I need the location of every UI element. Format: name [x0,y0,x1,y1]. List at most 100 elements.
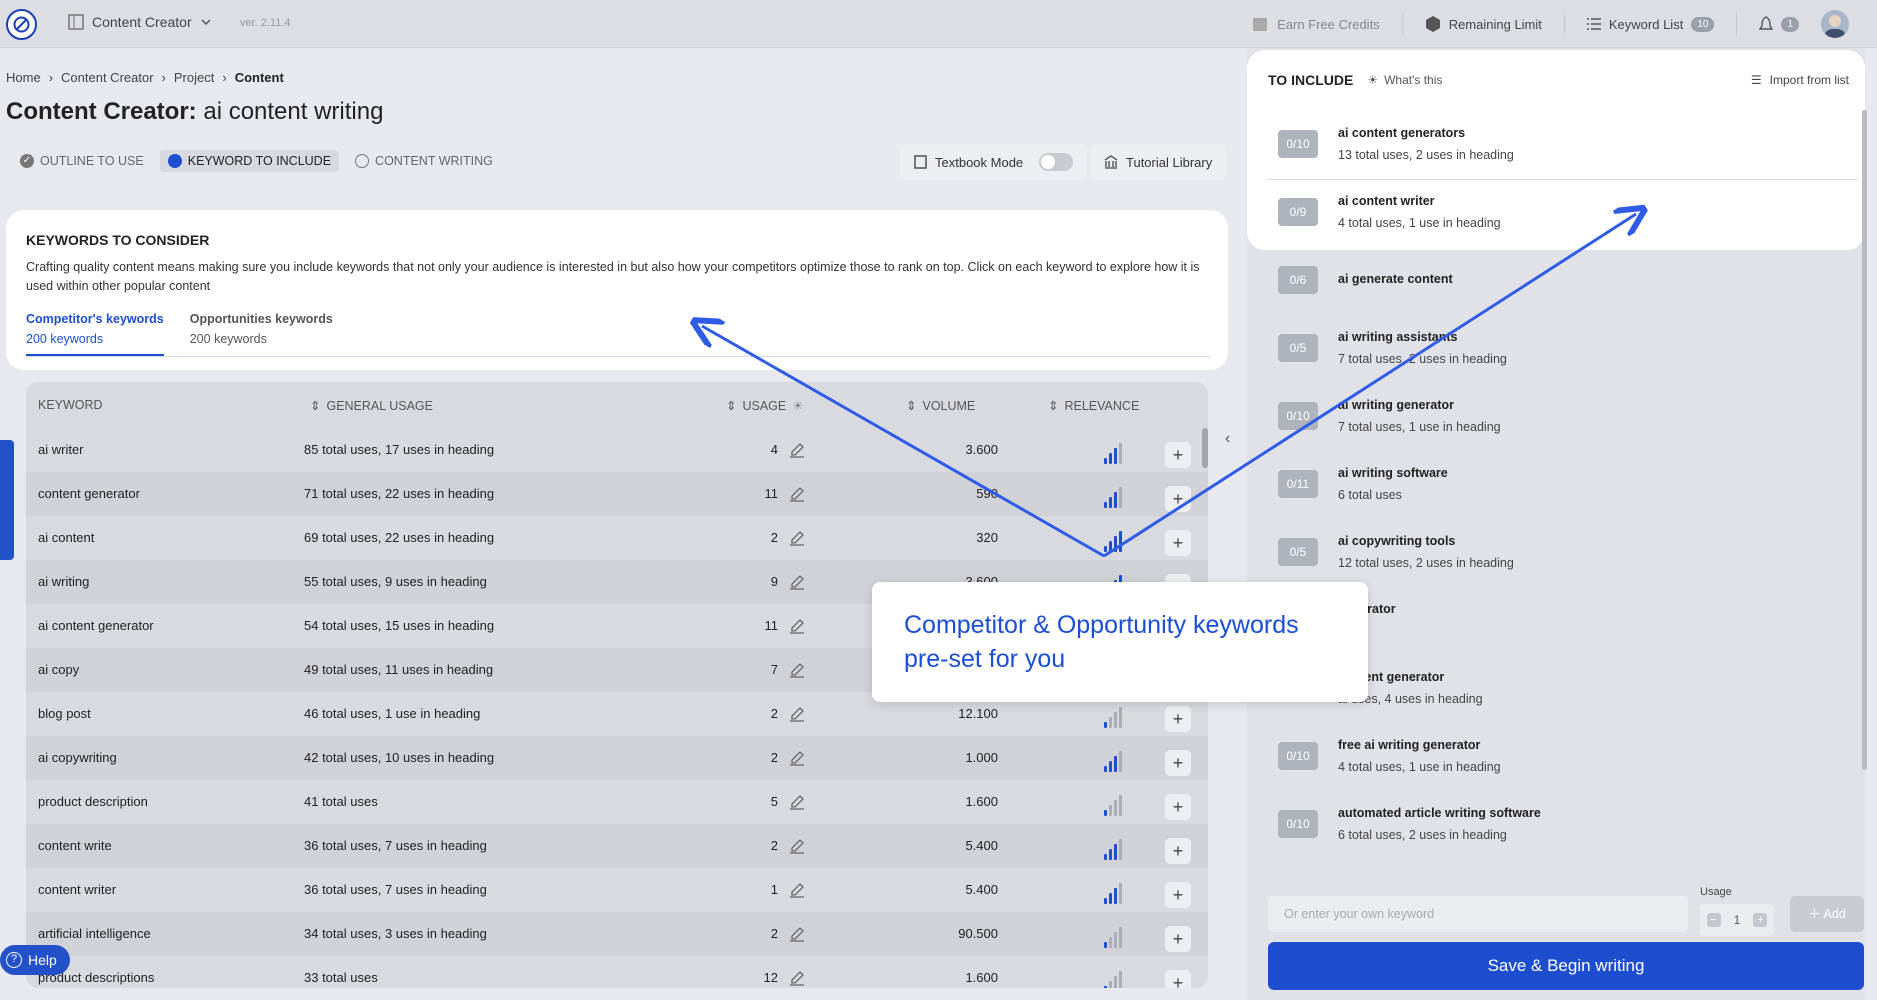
add-to-include-button[interactable]: + [1165,442,1191,468]
earn-credits-button[interactable]: Earn Free Credits [1243,15,1388,33]
relevance-bar [1109,893,1112,904]
remaining-limit-button[interactable]: Remaining Limit [1417,15,1550,33]
row-usage: 2 [770,706,778,721]
custom-keyword-input[interactable]: Or enter your own keyword [1268,896,1688,932]
add-to-include-button[interactable]: + [1165,926,1191,952]
row-keyword[interactable]: content write [38,838,112,853]
table-row[interactable]: content write 36 total uses, 7 uses in he… [26,824,1208,868]
edit-icon[interactable] [789,618,805,634]
breadcrumb-home[interactable]: Home [6,70,41,85]
edit-icon[interactable] [789,750,805,766]
to-include-item[interactable]: 0/9 ai content writer 4 total uses, 1 use … [1268,180,1858,248]
to-include-item[interactable]: 0/10 automated article writing software 6 … [1268,792,1858,860]
save-begin-writing-button[interactable]: Save & Begin writing [1268,942,1864,990]
to-include-item[interactable]: 0/5 ai copywriting tools 12 total uses, 2 … [1268,520,1858,588]
panel-scrollbar[interactable] [1862,110,1867,770]
row-keyword[interactable]: product description [38,794,148,809]
edit-icon[interactable] [789,794,805,810]
add-keyword-button[interactable]: ＋ Add [1790,896,1864,932]
col-general-usage[interactable]: ⇕ GENERAL USAGE [310,398,433,414]
add-to-include-button[interactable]: + [1165,750,1191,776]
edit-icon[interactable] [789,706,805,722]
table-row[interactable]: content generator 71 total uses, 22 uses … [26,472,1208,516]
row-keyword[interactable]: content writer [38,882,116,897]
row-keyword[interactable]: ai content [38,530,94,545]
notifications-button[interactable]: 1 [1751,16,1807,32]
import-from-list-button[interactable]: ☰ Import from list [1751,73,1849,87]
minus-icon[interactable]: − [1706,913,1721,927]
table-row[interactable]: product description 41 total uses 5 1.600 + [26,780,1208,824]
col-relevance[interactable]: ⇕ RELEVANCE [1048,398,1139,414]
add-to-include-button[interactable]: + [1165,486,1191,512]
step-outline[interactable]: ✓ OUTLINE TO USE [12,150,152,172]
add-to-include-button[interactable]: + [1165,706,1191,732]
whats-this-link[interactable]: ☀ What's this [1367,73,1442,87]
breadcrumb-content-creator[interactable]: Content Creator [61,70,154,85]
edit-icon[interactable] [789,486,805,502]
breadcrumb-project[interactable]: Project [174,70,214,85]
row-keyword[interactable]: ai writing [38,574,89,589]
row-keyword[interactable]: artificial intelligence [38,926,151,941]
keyword-list-button[interactable]: Keyword List 10 [1579,16,1723,32]
row-keyword[interactable]: blog post [38,706,91,721]
row-keyword[interactable]: ai copywriting [38,750,117,765]
relevance-bar [1119,971,1122,988]
tab-competitor-keywords[interactable]: Competitor's keywords 200 keywords [26,312,164,356]
step-content-writing[interactable]: CONTENT WRITING [347,150,501,172]
tutorial-library-button[interactable]: Tutorial Library [1090,144,1227,180]
usage-value[interactable]: 1 [1734,913,1741,927]
to-include-keyword: ai writing assistants [1338,330,1458,344]
add-to-include-button[interactable]: + [1165,970,1191,988]
app-switcher[interactable]: Content Creator [68,14,212,30]
relevance-bar [1109,717,1112,728]
edit-icon[interactable] [789,574,805,590]
usage-stepper[interactable]: − 1 + [1700,904,1774,936]
edit-icon[interactable] [789,530,805,546]
edit-icon[interactable] [789,662,805,678]
to-include-item[interactable]: 0/10 ai content generators 13 total uses, … [1268,112,1858,180]
add-to-include-button[interactable]: + [1165,882,1191,908]
add-to-include-button[interactable]: + [1165,794,1191,820]
to-include-keyword: ai writing generator [1338,398,1454,412]
lightbulb-icon: ☀ [1367,73,1379,87]
col-volume[interactable]: ⇕ VOLUME [906,398,975,414]
edit-icon[interactable] [789,970,805,986]
to-include-item[interactable]: 0/11 ai writing software 6 total uses [1268,452,1858,520]
edit-icon[interactable] [789,838,805,854]
plus-icon[interactable]: + [1753,913,1768,927]
table-scrollbar[interactable] [1202,428,1208,468]
row-keyword[interactable]: ai copy [38,662,79,677]
help-button[interactable]: ? Help [0,945,70,975]
table-row[interactable]: product descriptions 33 total uses 12 1.600… [26,956,1208,988]
col-usage[interactable]: ⇕ USAGE ☀ [726,398,803,414]
edit-icon[interactable] [789,926,805,942]
table-row[interactable]: ai writer 85 total uses, 17 uses in headi… [26,428,1208,472]
col-keyword[interactable]: KEYWORD [38,398,103,412]
tab-opportunities-keywords[interactable]: Opportunities keywords 200 keywords [190,312,333,356]
to-include-item[interactable]: 0/5 ai writing assistants 7 total uses, 2 … [1268,316,1858,384]
add-to-include-button[interactable]: + [1165,530,1191,556]
collapse-panel-button[interactable]: ‹ [1225,430,1247,456]
to-include-item[interactable]: 0/10 ai writing generator 7 total uses, 1 … [1268,384,1858,452]
add-to-include-button[interactable]: + [1165,838,1191,864]
edit-icon[interactable] [789,882,805,898]
table-row[interactable]: content writer 36 total uses, 7 uses in h… [26,868,1208,912]
to-include-usage: 13 total uses, 2 uses in heading [1338,148,1514,162]
row-keyword[interactable]: ai content generator [38,618,154,633]
row-keyword[interactable]: ai writer [38,442,84,457]
table-row[interactable]: ai copywriting 42 total uses, 10 uses in … [26,736,1208,780]
to-include-item[interactable]: 0/6 ai generate content [1268,248,1858,316]
to-include-item[interactable]: 0/10 free ai writing generator 4 total use… [1268,724,1858,792]
to-include-keyword: ai content generators [1338,126,1466,140]
table-row[interactable]: artificial intelligence 34 total uses, 3 … [26,912,1208,956]
textbook-mode-control[interactable]: Textbook Mode [900,144,1088,180]
tab-count: 200 keywords [26,332,104,346]
edit-icon[interactable] [789,442,805,458]
row-keyword[interactable]: content generator [38,486,140,501]
step-keyword[interactable]: KEYWORD TO INCLUDE [159,150,340,172]
app-logo[interactable] [6,9,37,40]
table-row[interactable]: ai content 69 total uses, 22 uses in head… [26,516,1208,560]
textbook-mode-toggle[interactable] [1039,153,1074,171]
user-avatar[interactable] [1821,10,1849,38]
side-drawer-tab[interactable] [0,440,14,560]
